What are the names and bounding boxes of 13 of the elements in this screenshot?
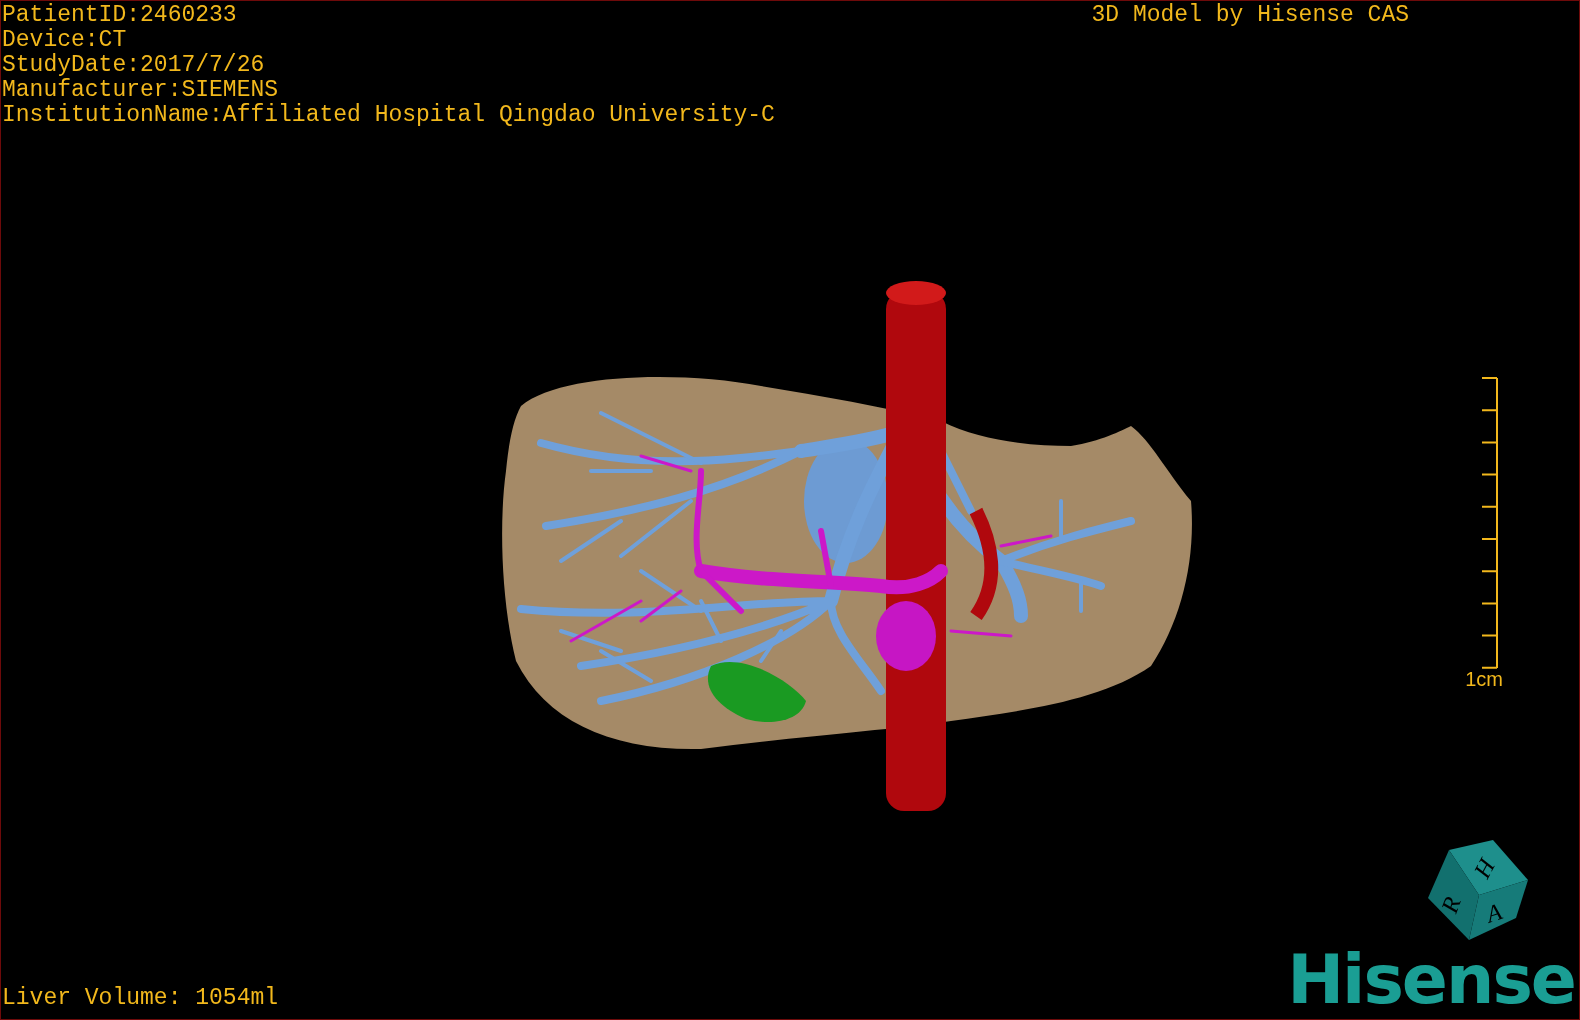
patient-info-text: PatientID:2460233 [2, 3, 237, 28]
cube-axis-letter: A [1483, 898, 1505, 928]
patient-info-text: InstitutionName:Affiliated Hospital Qingdao University-C [2, 103, 775, 128]
patient-info-text: StudyDate:2017/7/26 [2, 53, 265, 78]
patient-info-text: Device:CT [2, 28, 127, 53]
liver-volume-text: Liver Volume: 1054ml [1, 986, 279, 1013]
viewer-title: 3D Model by Hisense CAS [1091, 3, 1410, 30]
scale-label: 1cm [1465, 669, 1503, 689]
cube-axis-letter: H [1469, 854, 1501, 882]
orientation-cube-icon [1428, 840, 1528, 940]
cube-axis-letter: R [1436, 893, 1466, 917]
brand-logo: Hisense [1287, 945, 1575, 1015]
patient-info-text: Manufacturer:SIEMENS [2, 78, 279, 103]
